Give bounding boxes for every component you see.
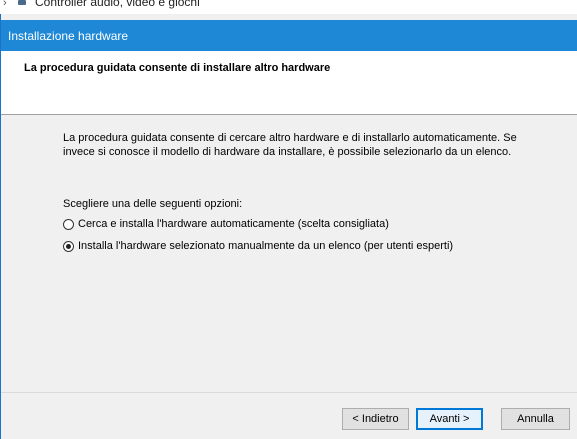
wizard-description: La procedura guidata consente di cercare… — [63, 131, 563, 159]
description-line-1: La procedura guidata consente di cercare… — [63, 132, 517, 144]
wizard-header: La procedura guidata consente di install… — [1, 51, 577, 115]
titlebar[interactable]: Installazione hardware — [1, 20, 577, 51]
option-install-manually[interactable]: Installa l'hardware selezionato manualme… — [63, 239, 453, 253]
window-title: Installazione hardware — [8, 29, 129, 43]
back-button[interactable]: < Indietro — [342, 408, 409, 430]
option-label: Cerca e installa l'hardware automaticame… — [78, 218, 389, 230]
radio-button-checked[interactable] — [63, 240, 74, 252]
description-line-2: invece si conosce il modello di hardware… — [63, 146, 512, 158]
next-button[interactable]: Avanti > — [416, 408, 483, 430]
cancel-button[interactable]: Annulla — [501, 408, 570, 430]
tree-item-audio-video-controllers[interactable]: Controller audio, video e giochi — [35, 0, 200, 9]
option-search-automatically[interactable]: Cerca e installa l'hardware automaticame… — [63, 217, 389, 231]
radio-button-unchecked[interactable] — [63, 218, 74, 230]
options-label: Scegliere una delle seguenti opzioni: — [63, 198, 243, 210]
option-label: Installa l'hardware selezionato manualme… — [78, 240, 454, 252]
add-hardware-wizard-dialog: Installazione hardware La procedura guid… — [0, 14, 577, 439]
expand-chevron-icon[interactable]: › — [3, 0, 7, 9]
footer-divider — [1, 392, 577, 393]
wizard-header-title: La procedura guidata consente di install… — [24, 62, 331, 74]
device-manager-tree: › Controller audio, video e giochi — [0, 0, 577, 14]
device-icon — [18, 0, 26, 5]
